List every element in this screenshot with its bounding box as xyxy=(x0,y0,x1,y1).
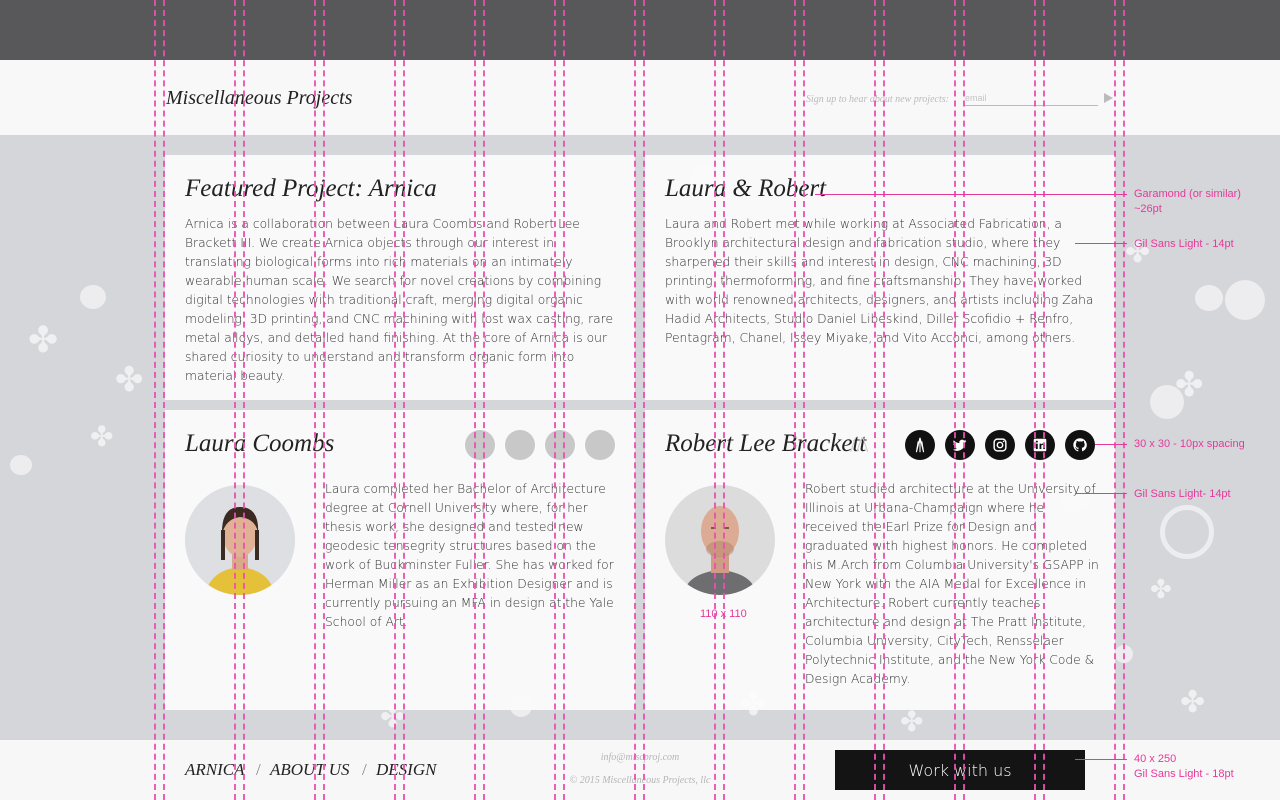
signup-prompt: Sign up to hear about new projects: xyxy=(806,94,949,105)
footer-copyright: © 2015 Miscellaneous Projects, llc xyxy=(569,775,711,786)
linkedin-icon[interactable] xyxy=(1025,430,1055,460)
brand-logo[interactable]: Miscellaneous Projects xyxy=(166,87,352,110)
social-placeholder-icon[interactable] xyxy=(505,430,535,460)
robert-card: Robert Lee Brackett //\ Robert studied a… xyxy=(645,410,1115,710)
site-header: Miscellaneous Projects Sign up to hear a… xyxy=(0,60,1280,135)
email-input[interactable] xyxy=(965,91,1098,106)
background-decoration xyxy=(10,455,32,475)
background-decoration xyxy=(1195,285,1223,311)
robert-name: Robert Lee Brackett xyxy=(665,430,867,457)
laura-card: Laura Coombs Laura completed her Bachelo… xyxy=(165,410,635,710)
laura-avatar xyxy=(185,485,295,595)
footer-link-arnica[interactable]: ARNICA xyxy=(185,760,245,780)
couple-card: Laura & Robert Laura and Robert met whil… xyxy=(645,155,1115,400)
background-decoration: ✤ xyxy=(1125,235,1151,270)
featured-title: Featured Project: Arnica xyxy=(185,175,437,202)
instagram-icon[interactable] xyxy=(985,430,1015,460)
submit-arrow-icon[interactable] xyxy=(1104,93,1113,103)
social-placeholder-icon[interactable] xyxy=(545,430,575,460)
couple-title: Laura & Robert xyxy=(665,175,827,202)
footer-link-about-us[interactable]: ABOUT US xyxy=(270,760,350,780)
background-decoration xyxy=(1160,505,1214,559)
background-decoration xyxy=(1225,280,1265,320)
footer-email[interactable]: info@miscproj.com xyxy=(540,752,740,763)
laura-name: Laura Coombs xyxy=(185,430,335,457)
background-decoration: ✤ xyxy=(90,420,114,453)
couple-body: Laura and Robert met while working at As… xyxy=(665,217,1094,345)
github-icon[interactable] xyxy=(1065,430,1095,460)
arnica-logo-icon[interactable] xyxy=(905,430,935,460)
footer-separator: / xyxy=(256,760,261,779)
top-bar xyxy=(0,0,1280,60)
background-decoration: ✤ xyxy=(1180,685,1206,720)
social-placeholder-icon[interactable] xyxy=(465,430,495,460)
featured-body: Arnica is a collaboration between Laura … xyxy=(185,217,614,383)
background-decoration xyxy=(80,285,106,309)
twitter-icon[interactable] xyxy=(945,430,975,460)
background-decoration: ✤ xyxy=(28,320,59,361)
robert-name-suffix: //\ xyxy=(850,432,869,457)
background-decoration: ✤ xyxy=(115,360,144,400)
background-decoration: ✤ xyxy=(1150,575,1172,605)
robert-bio: Robert studied architecture at the Unive… xyxy=(805,482,1099,686)
featured-project-card: Featured Project: Arnica Arnica is a col… xyxy=(165,155,635,400)
laura-bio: Laura completed her Bachelor of Architec… xyxy=(325,482,614,629)
social-placeholder-icon[interactable] xyxy=(585,430,615,460)
robert-avatar xyxy=(665,485,775,595)
background-decoration: ✤ xyxy=(1175,365,1204,405)
footer-link-design[interactable]: DESIGN xyxy=(376,760,436,780)
site-footer: ARNICA / ABOUT US / DESIGN info@miscproj… xyxy=(0,740,1280,800)
background-decoration xyxy=(1115,645,1133,663)
work-with-us-button[interactable]: Work with us xyxy=(835,750,1085,790)
footer-separator: / xyxy=(362,760,367,779)
